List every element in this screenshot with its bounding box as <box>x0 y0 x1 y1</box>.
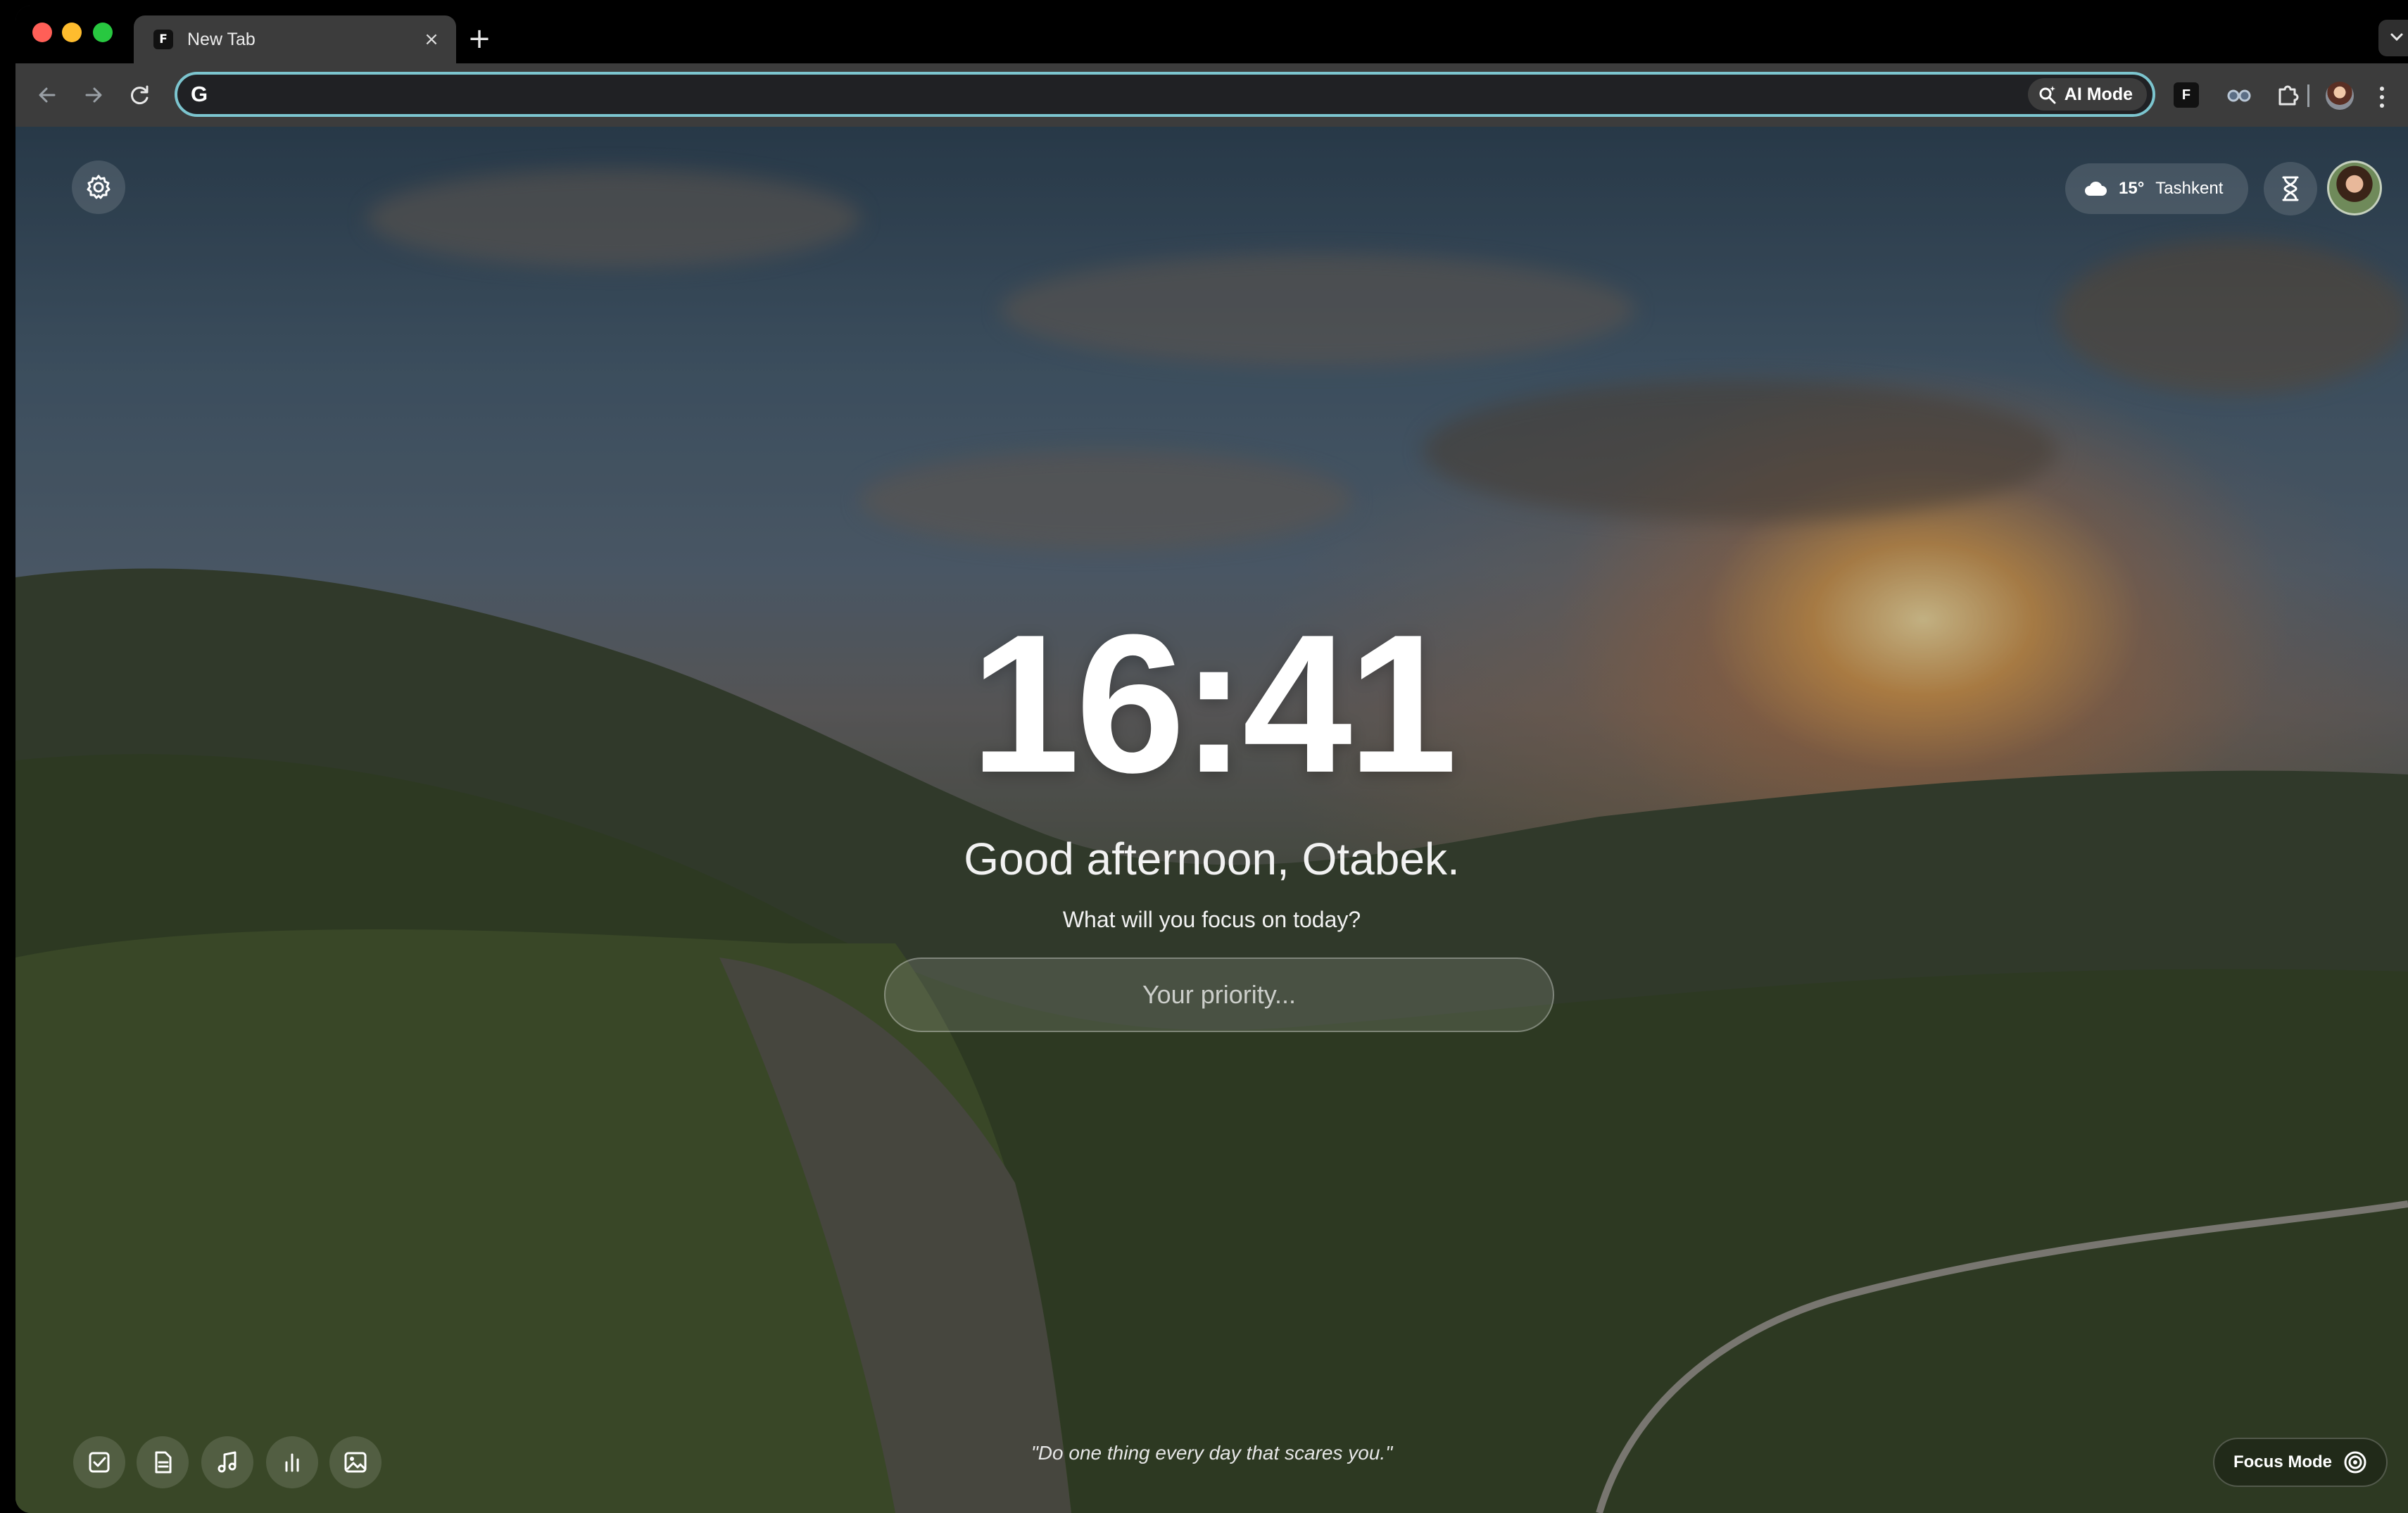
focus-prompt: What will you focus on today? <box>1062 907 1361 932</box>
google-g-icon: G <box>190 82 208 106</box>
weather-widget[interactable]: 15° Tashkent <box>2065 163 2248 214</box>
weather-temperature: 15° <box>2119 179 2145 198</box>
tab-close-icon[interactable]: × <box>420 27 443 51</box>
toolbar-divider <box>2307 84 2309 107</box>
clock-time: 16:41 <box>970 594 1457 814</box>
glasses-icon <box>2227 89 2251 102</box>
tab-strip: F New Tab × + <box>15 6 2408 63</box>
search-sparkle-icon <box>2039 86 2056 104</box>
tab-favicon: F <box>153 30 173 49</box>
target-icon <box>2344 1451 2366 1474</box>
extensions-button[interactable] <box>2272 79 2305 111</box>
user-avatar[interactable] <box>2327 161 2382 215</box>
address-input[interactable] <box>220 79 2053 111</box>
arrow-left-icon <box>39 87 56 103</box>
tab-title: New Tab <box>187 30 256 49</box>
weather-city: Tashkent <box>2155 179 2224 198</box>
priority-input[interactable] <box>884 958 1554 1032</box>
forward-button[interactable] <box>77 79 110 111</box>
timer-button[interactable] <box>2264 162 2317 215</box>
hourglass-icon <box>2282 176 2299 201</box>
extension-glasses-button[interactable] <box>2223 79 2255 111</box>
more-vertical-icon <box>2380 87 2384 108</box>
minimize-window-button[interactable] <box>62 23 82 42</box>
extension-f-button[interactable]: F <box>2174 82 2199 108</box>
browser-toolbar: G AI Mode F <box>15 63 2408 127</box>
arrow-right-icon <box>85 87 102 103</box>
new-tab-button[interactable]: + <box>456 15 503 62</box>
reload-icon <box>131 85 149 105</box>
reload-button[interactable] <box>124 79 156 111</box>
new-tab-page: 15° Tashkent 16:41 Good afternoon, Otabe… <box>15 127 2408 1513</box>
close-window-button[interactable] <box>32 23 52 42</box>
ai-mode-label: AI Mode <box>2064 84 2133 104</box>
maximize-window-button[interactable] <box>93 23 113 42</box>
chevron-down-icon <box>2390 33 2403 42</box>
greeting-text: Good afternoon, Otabek. <box>964 834 1460 884</box>
address-bar[interactable]: G AI Mode <box>175 72 2155 117</box>
browser-window: F New Tab × + G AI Mode F 15° Tashkent 1… <box>15 6 2408 1513</box>
background-dim-overlay <box>15 127 2408 1513</box>
tab-new-tab[interactable]: F New Tab × <box>134 15 456 63</box>
browser-menu-button[interactable] <box>2375 83 2389 111</box>
ai-mode-button[interactable]: AI Mode <box>2027 78 2147 111</box>
browser-profile-avatar[interactable] <box>2326 82 2354 110</box>
cloud-icon <box>2085 181 2107 196</box>
daily-quote: "Do one thing every day that scares you.… <box>1030 1442 1393 1464</box>
focus-mode-label: Focus Mode <box>2233 1452 2332 1471</box>
settings-button[interactable] <box>72 161 125 214</box>
back-button[interactable] <box>31 79 63 111</box>
gear-icon <box>87 175 111 199</box>
tab-search-button[interactable] <box>2378 20 2408 56</box>
puzzle-icon <box>2278 85 2299 106</box>
focus-mode-button[interactable]: Focus Mode <box>2213 1438 2388 1487</box>
